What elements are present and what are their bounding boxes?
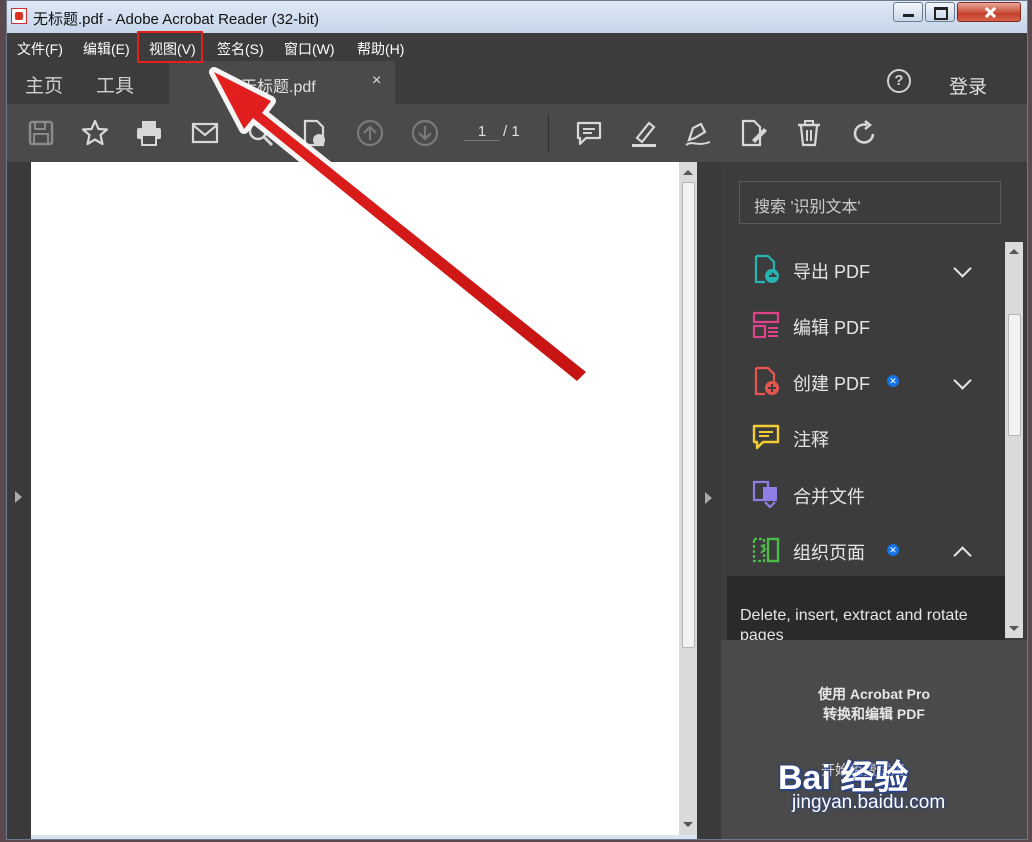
menu-edit[interactable]: 编辑(E) <box>83 39 130 59</box>
maximize-button[interactable] <box>925 2 955 22</box>
tool-organize-pages[interactable]: 组织页面 ✕ <box>751 533 991 569</box>
highlight-icon[interactable] <box>629 118 659 148</box>
scroll-up-icon[interactable] <box>1009 249 1019 254</box>
share-file-icon[interactable] <box>299 118 329 148</box>
page-total: / 1 <box>503 123 520 140</box>
tab-close-icon[interactable]: × <box>372 72 381 90</box>
help-icon[interactable]: ? <box>887 69 911 93</box>
toolbar-divider <box>548 114 549 152</box>
bookmark-star-icon[interactable] <box>80 118 110 148</box>
save-icon[interactable] <box>26 118 56 148</box>
scroll-up-icon[interactable] <box>683 170 693 175</box>
rotate-icon[interactable] <box>849 118 879 148</box>
tab-tools[interactable]: 工具 <box>96 71 134 98</box>
menu-help[interactable]: 帮助(H) <box>357 39 404 59</box>
pro-badge-icon: ✕ <box>887 375 899 387</box>
login-button[interactable]: 登录 <box>949 72 987 99</box>
tool-comment[interactable]: 注释 <box>751 420 991 456</box>
tool-description-panel: Delete, insert, extract and rotate pages <box>727 576 1005 644</box>
chevron-down-icon[interactable] <box>953 371 972 390</box>
watermark-url: jingyan.baidu.com <box>792 792 946 813</box>
baidu-jingyan-watermark: Bai 经验 jingyan.baidu.com <box>778 738 988 822</box>
organize-pages-icon <box>751 535 781 565</box>
annotation-highlight-box <box>137 31 203 63</box>
left-panel-toggle[interactable] <box>7 162 31 839</box>
menu-file[interactable]: 文件(F) <box>17 39 63 59</box>
right-panel-toggle[interactable] <box>697 162 721 839</box>
tools-search-input[interactable]: 搜索 '识别文本' <box>739 181 1001 224</box>
page-up-icon[interactable] <box>355 118 385 148</box>
tool-label: 编辑 PDF <box>793 318 871 338</box>
tool-label: 创建 PDF <box>793 374 871 394</box>
pro-badge-icon: ✕ <box>887 544 899 556</box>
scroll-down-icon[interactable] <box>683 822 693 827</box>
tool-export-pdf[interactable]: 导出 PDF <box>751 252 991 288</box>
title-bar: 无标题.pdf - Adobe Acrobat Reader (32-bit) <box>7 1 1027 33</box>
close-window-button[interactable] <box>957 2 1021 22</box>
toolbar: 1 / 1 <box>7 104 1027 162</box>
page-number-input[interactable]: 1 <box>464 123 500 141</box>
expand-left-arrow-icon <box>15 491 22 503</box>
sign-icon[interactable] <box>683 118 713 148</box>
scrollbar-thumb[interactable] <box>682 182 695 648</box>
tab-bar: 主页 工具 无标题.pdf × ? 登录 <box>7 61 1027 104</box>
tab-home[interactable]: 主页 <box>25 71 63 98</box>
delete-icon[interactable] <box>794 118 824 148</box>
chevron-down-icon[interactable] <box>953 259 972 278</box>
search-zoom-icon[interactable] <box>245 118 275 148</box>
tool-label: 注释 <box>793 430 829 450</box>
promo-subtitle: 转换和编辑 PDF <box>823 706 925 722</box>
tool-edit-pdf[interactable]: 编辑 PDF <box>751 308 991 344</box>
tab-document[interactable]: 无标题.pdf × <box>169 61 395 104</box>
print-icon[interactable] <box>134 118 164 148</box>
scrollbar-thumb[interactable] <box>1008 314 1021 436</box>
tool-combine-files[interactable]: 合并文件 <box>751 477 991 513</box>
document-scrollbar[interactable] <box>679 162 697 835</box>
promo-title: 使用 Acrobat Pro <box>817 686 930 702</box>
acrobat-window: 无标题.pdf - Adobe Acrobat Reader (32-bit) … <box>6 0 1028 840</box>
minimize-button[interactable] <box>893 2 923 22</box>
window-title: 无标题.pdf - Adobe Acrobat Reader (32-bit) <box>33 11 319 28</box>
tool-label: 合并文件 <box>793 487 865 507</box>
collapse-right-arrow-icon <box>705 492 712 504</box>
menu-window[interactable]: 窗口(W) <box>284 39 335 59</box>
fill-sign-icon[interactable] <box>738 118 768 148</box>
create-pdf-icon <box>751 366 781 396</box>
edit-pdf-icon <box>751 310 781 340</box>
chevron-up-icon[interactable] <box>953 546 972 565</box>
tool-create-pdf[interactable]: 创建 PDF ✕ <box>751 364 991 400</box>
tool-label: 导出 PDF <box>793 262 871 282</box>
tools-scrollbar[interactable] <box>1005 242 1023 638</box>
comment-icon[interactable] <box>574 118 604 148</box>
comment-tool-icon <box>751 422 781 452</box>
email-icon[interactable] <box>190 118 220 148</box>
tab-document-label: 无标题.pdf <box>241 79 316 96</box>
scroll-down-icon[interactable] <box>1009 626 1019 631</box>
page-down-icon[interactable] <box>410 118 440 148</box>
document-page <box>31 162 679 835</box>
tool-label: 组织页面 <box>793 543 865 563</box>
menu-sign[interactable]: 签名(S) <box>217 39 264 59</box>
combine-files-icon <box>751 479 781 509</box>
export-pdf-icon <box>751 254 781 284</box>
acrobat-app-icon <box>11 8 27 24</box>
